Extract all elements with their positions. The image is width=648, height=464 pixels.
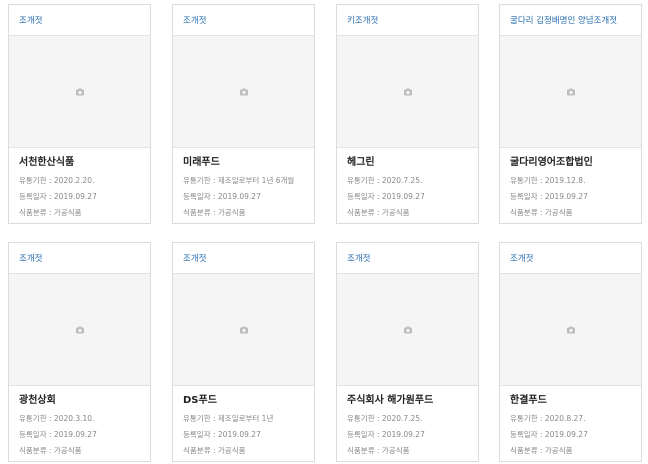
food-category: 식품분류 : 가공식품 [510,446,573,455]
product-name[interactable]: 헤그린 [347,156,472,170]
product-image-placeholder[interactable] [9,36,150,148]
product-tag[interactable]: 조개젓 [173,5,314,36]
expiry-date: 유통기한 : 2019.12.8. [510,176,586,185]
food-category: 식품분류 : 가공식품 [183,446,246,455]
food-category: 식품분류 : 가공식품 [183,208,246,217]
product-card[interactable]: 굴다리 김정배명인 양념조개젓 굴다리영어조합법인 유통기한 : 2019.12… [499,4,642,224]
product-name[interactable]: 한결푸드 [510,394,635,408]
registration-date: 등록일자 : 2019.09.27 [347,192,425,201]
registration-date: 등록일자 : 2019.09.27 [183,430,261,439]
product-name[interactable]: 주식회사 해가원푸드 [347,394,472,408]
expiry-date: 유통기한 : 2020.7.25. [347,176,423,185]
product-image-placeholder[interactable] [9,274,150,386]
product-card[interactable]: 조개젓 주식회사 해가원푸드 유통기한 : 2020.7.25. 등록일자 : … [336,242,479,462]
registration-date: 등록일자 : 2019.09.27 [510,192,588,201]
expiry-date: 유통기한 : 제조일로부터 1년 [183,414,274,423]
expiry-date: 유통기한 : 2020.3.10. [19,414,95,423]
registration-date: 등록일자 : 2019.09.27 [19,192,97,201]
product-card[interactable]: 조개젓 광천상회 유통기한 : 2020.3.10. 등록일자 : 2019.0… [8,242,151,462]
registration-date: 등록일자 : 2019.09.27 [347,430,425,439]
expiry-date: 유통기한 : 2020.8.27. [510,414,586,423]
camera-icon [566,326,575,333]
food-category: 식품분류 : 가공식품 [347,208,410,217]
camera-icon [566,88,575,95]
product-card[interactable]: 키조개젓 헤그린 유통기한 : 2020.7.25. 등록일자 : 2019.0… [336,4,479,224]
product-image-placeholder[interactable] [337,274,478,386]
product-name[interactable]: 서천한산식품 [19,156,144,170]
camera-icon [75,88,84,95]
product-tag[interactable]: 조개젓 [9,5,150,36]
food-category: 식품분류 : 가공식품 [510,208,573,217]
camera-icon [403,88,412,95]
product-tag[interactable]: 굴다리 김정배명인 양념조개젓 [500,5,641,36]
product-card[interactable]: 조개젓 미래푸드 유통기한 : 제조일로부터 1년 6개월 등록일자 : 201… [172,4,315,224]
product-image-placeholder[interactable] [337,36,478,148]
registration-date: 등록일자 : 2019.09.27 [19,430,97,439]
product-name[interactable]: 미래푸드 [183,156,308,170]
expiry-date: 유통기한 : 제조일로부터 1년 6개월 [183,176,295,185]
product-image-placeholder[interactable] [500,274,641,386]
product-tag[interactable]: 키조개젓 [337,5,478,36]
camera-icon [403,326,412,333]
product-image-placeholder[interactable] [173,36,314,148]
product-name[interactable]: DS푸드 [183,394,308,408]
product-card[interactable]: 조개젓 서천한산식품 유통기한 : 2020.2.20. 등록일자 : 2019… [8,4,151,224]
expiry-date: 유통기한 : 2020.2.20. [19,176,95,185]
product-image-placeholder[interactable] [173,274,314,386]
product-tag[interactable]: 조개젓 [9,243,150,274]
expiry-date: 유통기한 : 2020.7.25. [347,414,423,423]
registration-date: 등록일자 : 2019.09.27 [510,430,588,439]
product-card[interactable]: 조개젓 한결푸드 유통기한 : 2020.8.27. 등록일자 : 2019.0… [499,242,642,462]
camera-icon [239,88,248,95]
product-card[interactable]: 조개젓 DS푸드 유통기한 : 제조일로부터 1년 등록일자 : 2019.09… [172,242,315,462]
registration-date: 등록일자 : 2019.09.27 [183,192,261,201]
food-category: 식품분류 : 가공식품 [347,446,410,455]
camera-icon [239,326,248,333]
product-image-placeholder[interactable] [500,36,641,148]
product-grid: 조개젓 서천한산식품 유통기한 : 2020.2.20. 등록일자 : 2019… [0,0,648,464]
product-tag[interactable]: 조개젓 [500,243,641,274]
product-tag[interactable]: 조개젓 [173,243,314,274]
food-category: 식품분류 : 가공식품 [19,446,82,455]
camera-icon [75,326,84,333]
product-name[interactable]: 굴다리영어조합법인 [510,156,635,170]
food-category: 식품분류 : 가공식품 [19,208,82,217]
product-name[interactable]: 광천상회 [19,394,144,408]
product-tag[interactable]: 조개젓 [337,243,478,274]
